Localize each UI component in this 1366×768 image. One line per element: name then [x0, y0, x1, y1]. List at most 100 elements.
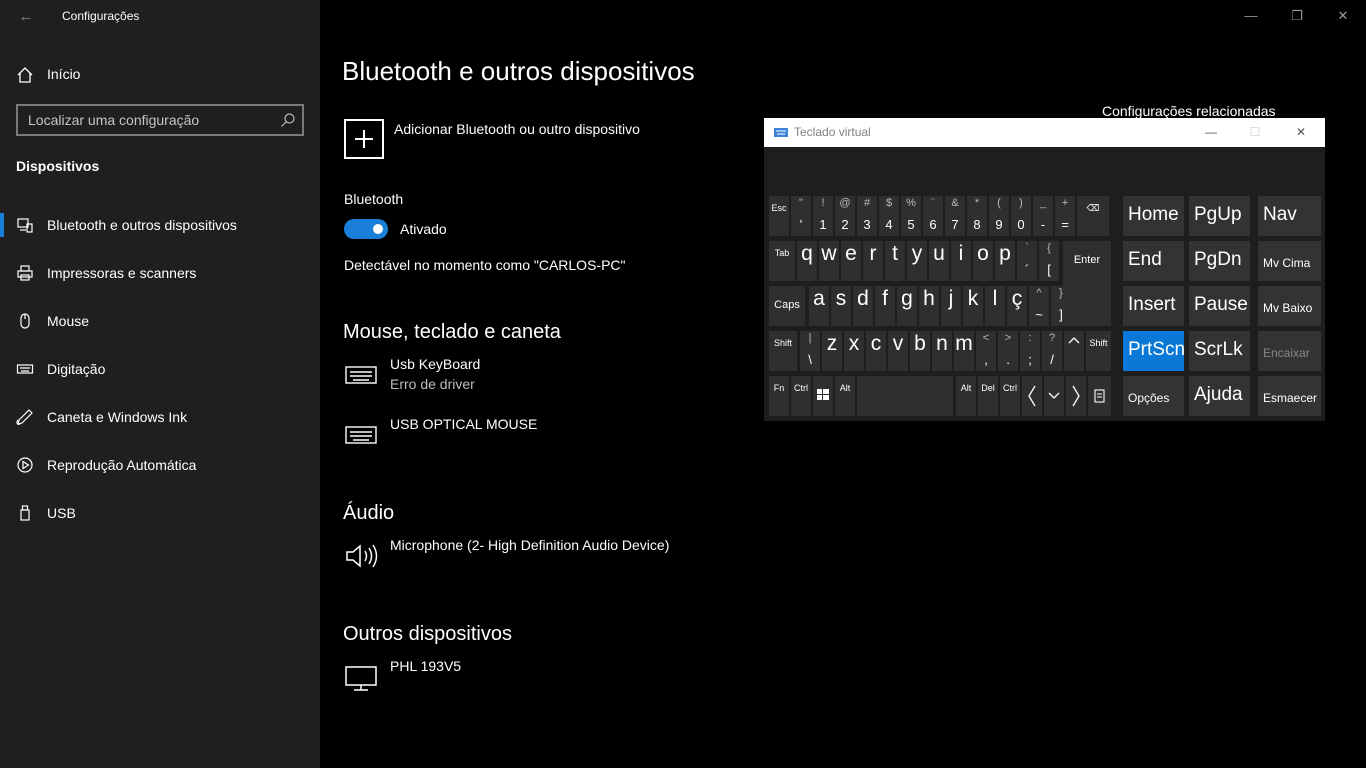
add-device-label[interactable]: Adicionar Bluetooth ou outro dispositivo: [394, 121, 640, 137]
key-g[interactable]: g: [897, 286, 917, 326]
device-item[interactable]: USB OPTICAL MOUSE: [344, 416, 744, 456]
sidebar-item-autoplay[interactable]: Reprodução Automática: [0, 449, 320, 481]
nav-key-pgup[interactable]: PgUp: [1189, 196, 1250, 236]
nav-key-end[interactable]: End: [1123, 241, 1184, 281]
key-d[interactable]: d: [853, 286, 873, 326]
key-f[interactable]: f: [875, 286, 895, 326]
tab-key[interactable]: Tab: [769, 241, 795, 281]
nav-key-mv-baixo[interactable]: Mv Baixo: [1258, 286, 1321, 326]
alt-key[interactable]: Alt: [835, 376, 855, 416]
key-i[interactable]: i: [951, 241, 971, 281]
key-v[interactable]: v: [888, 331, 908, 371]
nav-key-prtscn[interactable]: PrtScn: [1123, 331, 1185, 371]
key-3[interactable]: #3: [857, 196, 877, 236]
nav-key-insert[interactable]: Insert: [1123, 286, 1184, 326]
add-device-button[interactable]: [344, 119, 384, 159]
fn-key[interactable]: Fn: [769, 376, 789, 416]
key-k[interactable]: k: [963, 286, 983, 326]
ctrl-right-key[interactable]: Ctrl: [1000, 376, 1020, 416]
key-punct[interactable]: >.: [998, 331, 1018, 371]
bluetooth-toggle[interactable]: [344, 219, 388, 239]
esc-key[interactable]: Esc: [769, 196, 789, 236]
key-8[interactable]: * 8: [967, 196, 987, 236]
sidebar-item-usb[interactable]: USB: [0, 497, 320, 529]
arrow-left-key[interactable]: [1022, 376, 1042, 416]
osk-titlebar[interactable]: Teclado virtual — ☐ ✕: [764, 118, 1325, 147]
key-acute[interactable]: ` ´: [1017, 241, 1037, 281]
sidebar-item-mouse[interactable]: Mouse: [0, 305, 320, 337]
nav-key-home[interactable]: Home: [1123, 196, 1184, 236]
arrow-up-key[interactable]: [1064, 331, 1084, 371]
key-'[interactable]: " ': [791, 196, 811, 236]
key-9[interactable]: (9: [989, 196, 1009, 236]
nav-key-ajuda[interactable]: Ajuda: [1189, 376, 1250, 416]
search-icon[interactable]: [280, 112, 296, 128]
key-b[interactable]: b: [910, 331, 930, 371]
key-tilde[interactable]: ^ ~: [1029, 286, 1049, 326]
key-punct[interactable]: <,: [976, 331, 996, 371]
caps-key[interactable]: Caps: [769, 286, 805, 326]
key-x[interactable]: x: [844, 331, 864, 371]
nav-key-pgdn[interactable]: PgDn: [1189, 241, 1250, 281]
nav-key-scrlk[interactable]: ScrLk: [1189, 331, 1250, 371]
key-4[interactable]: $4: [879, 196, 899, 236]
device-item[interactable]: Microphone (2- High Definition Audio Dev…: [344, 537, 744, 577]
key-a[interactable]: a: [809, 286, 829, 326]
arrow-right-key[interactable]: [1066, 376, 1086, 416]
key-t[interactable]: t: [885, 241, 905, 281]
key-q[interactable]: q: [797, 241, 817, 281]
key-backslash[interactable]: | \: [800, 331, 820, 371]
windows-key[interactable]: [813, 376, 833, 416]
key-r[interactable]: r: [863, 241, 883, 281]
key-2[interactable]: @2: [835, 196, 855, 236]
key-n[interactable]: n: [932, 331, 952, 371]
key-1[interactable]: ! 1: [813, 196, 833, 236]
close-button[interactable]: ✕: [1320, 2, 1366, 30]
sidebar-item-typing[interactable]: Digitação: [0, 353, 320, 385]
restore-button[interactable]: ❐: [1274, 2, 1320, 30]
sidebar-item-pen[interactable]: Caneta e Windows Ink: [0, 401, 320, 433]
del-key[interactable]: Del: [978, 376, 998, 416]
key-u[interactable]: u: [929, 241, 949, 281]
key--[interactable]: _ -: [1033, 196, 1053, 236]
key-c[interactable]: c: [866, 331, 886, 371]
alt-right-key[interactable]: Alt: [956, 376, 976, 416]
key-h[interactable]: h: [919, 286, 939, 326]
key-ç[interactable]: ç: [1007, 286, 1027, 326]
sidebar-item-home[interactable]: Início: [0, 60, 320, 88]
search-box[interactable]: [16, 104, 304, 136]
shift-key[interactable]: Shift: [769, 331, 797, 371]
key-m[interactable]: m: [954, 331, 974, 371]
key-y[interactable]: y: [907, 241, 927, 281]
key-bracket-open[interactable]: {[: [1039, 241, 1059, 281]
osk-close-button[interactable]: ✕: [1279, 118, 1323, 147]
nav-key-opções[interactable]: Opções: [1123, 376, 1184, 416]
key-=[interactable]: + =: [1055, 196, 1075, 236]
nav-key-pause[interactable]: Pause: [1189, 286, 1250, 326]
minimize-button[interactable]: —: [1228, 2, 1274, 30]
key-j[interactable]: j: [941, 286, 961, 326]
device-item[interactable]: Usb KeyBoard Erro de driver: [344, 356, 744, 396]
key-punct[interactable]: :;: [1020, 331, 1040, 371]
menu-key[interactable]: [1088, 376, 1111, 416]
key-7[interactable]: & 7: [945, 196, 965, 236]
backspace-key[interactable]: ⌫: [1077, 196, 1109, 236]
device-item[interactable]: PHL 193V5: [344, 658, 744, 698]
key-p[interactable]: p: [995, 241, 1015, 281]
key-w[interactable]: w: [819, 241, 839, 281]
arrow-down-key[interactable]: [1044, 376, 1064, 416]
search-input[interactable]: [18, 106, 278, 134]
key-z[interactable]: z: [822, 331, 842, 371]
nav-key-mv-cima[interactable]: Mv Cima: [1258, 241, 1321, 281]
sidebar-item-bluetooth[interactable]: Bluetooth e outros dispositivos: [0, 209, 320, 241]
key-punct[interactable]: ? /: [1042, 331, 1062, 371]
space-key[interactable]: [857, 376, 953, 416]
key-l[interactable]: l: [985, 286, 1005, 326]
nav-key-nav[interactable]: Nav: [1258, 196, 1321, 236]
nav-key-esmaecer[interactable]: Esmaecer: [1258, 376, 1321, 416]
key-bracket-close[interactable]: }]: [1051, 286, 1071, 326]
shift-right-key[interactable]: Shift: [1086, 331, 1111, 371]
key-e[interactable]: e: [841, 241, 861, 281]
key-s[interactable]: s: [831, 286, 851, 326]
ctrl-key[interactable]: Ctrl: [791, 376, 811, 416]
